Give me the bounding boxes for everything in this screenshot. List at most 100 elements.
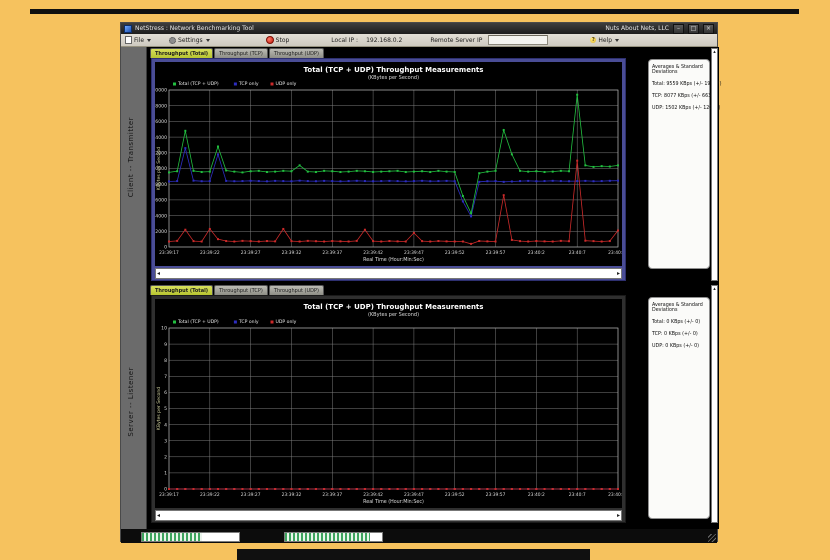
svg-text:23:39:22: 23:39:22 (200, 250, 220, 256)
svg-text:23:39:32: 23:39:32 (282, 250, 302, 256)
svg-text:TCP only: TCP only (238, 319, 259, 325)
scroll-left-icon[interactable]: ◂ (157, 512, 160, 519)
averages-udp: UDP: 0 KBps (+/- 0) (652, 344, 706, 349)
local-ip-label: Local IP : (331, 37, 358, 44)
averages-udp: UDP: 1502 KBps (+/- 12038) (652, 106, 706, 111)
transmitter-chart: 0200040006000800010000120001400016000180… (155, 62, 622, 266)
toolbar: File Settings Stop Local IP : 192.168.0.… (121, 34, 717, 47)
svg-text:23:39:52: 23:39:52 (445, 250, 465, 256)
svg-text:16000: 16000 (155, 119, 167, 125)
tab-throughput-total[interactable]: Throughput (Total) (150, 285, 213, 295)
listener-vscrollbar[interactable]: ▴ (711, 285, 718, 523)
svg-text:23:39:27: 23:39:27 (241, 250, 261, 256)
desktop: { "window": { "title": "NetStress : Netw… (0, 0, 830, 560)
svg-text:23:39:37: 23:39:37 (322, 250, 342, 256)
tab-throughput-total[interactable]: Throughput (Total) (150, 48, 213, 58)
svg-text:Total (TCP + UDP): Total (TCP + UDP) (177, 319, 219, 325)
svg-text:2000: 2000 (155, 229, 167, 235)
chevron-down-icon (615, 39, 619, 42)
svg-text:23:40:12: 23:40:12 (608, 492, 622, 498)
listener-tabs: Throughput (Total) Throughput (TCP) Thro… (150, 285, 324, 295)
scroll-right-icon[interactable]: ▸ (617, 270, 620, 277)
file-menu-label: File (134, 37, 144, 44)
app-window: NetStress : Network Benchmarking Tool Nu… (120, 22, 718, 542)
svg-text:23:39:32: 23:39:32 (282, 492, 302, 498)
svg-text:0: 0 (164, 487, 167, 493)
averages-tcp: TCP: 8077 KBps (+/- 6637) (652, 94, 706, 99)
averages-total: Total: 9559 KBps (+/- 19077) (652, 82, 706, 87)
listener-chart: 01234567891023:39:1723:39:2223:39:2723:3… (155, 299, 622, 508)
svg-text:23:39:42: 23:39:42 (363, 492, 383, 498)
svg-text:Total (TCP + UDP): Total (TCP + UDP) (177, 81, 219, 87)
svg-text:23:40:2: 23:40:2 (528, 250, 545, 256)
desktop-strip-bottom (237, 549, 590, 560)
scroll-left-icon[interactable]: ◂ (157, 270, 160, 277)
close-button[interactable]: × (703, 24, 714, 34)
help-menu-button[interactable]: ? Help (588, 36, 621, 45)
svg-text:Total (TCP + UDP) Throughput M: Total (TCP + UDP) Throughput Measurement… (304, 303, 484, 311)
svg-text:2: 2 (164, 455, 167, 461)
svg-text:Real Time (Hour:Min:Sec): Real Time (Hour:Min:Sec) (363, 499, 424, 505)
resize-grip[interactable] (708, 534, 716, 542)
svg-text:23:39:27: 23:39:27 (241, 492, 261, 498)
maximize-button[interactable]: □ (688, 24, 699, 34)
svg-text:23:39:57: 23:39:57 (486, 492, 506, 498)
left-rail: Client -- Transmitter Server -- Listener (121, 47, 147, 529)
stop-button-label: Stop (276, 37, 290, 44)
help-icon: ? (590, 37, 596, 43)
stop-button[interactable]: Stop (264, 35, 292, 45)
help-menu-label: Help (598, 37, 612, 44)
svg-text:7: 7 (164, 374, 167, 380)
svg-text:UDP only: UDP only (276, 81, 297, 87)
transmitter-tabs: Throughput (Total) Throughput (TCP) Thro… (150, 48, 324, 58)
stop-icon (266, 36, 274, 44)
file-menu-button[interactable]: File (123, 35, 153, 45)
svg-text:8: 8 (164, 358, 167, 364)
svg-text:(KBytes per Second): (KBytes per Second) (368, 75, 419, 81)
svg-text:1: 1 (164, 471, 167, 477)
scroll-right-icon[interactable]: ▸ (617, 512, 620, 519)
svg-text:UDP only: UDP only (276, 319, 297, 325)
tab-throughput-tcp[interactable]: Throughput (TCP) (214, 48, 268, 58)
status-bar (121, 529, 717, 543)
scroll-up-icon[interactable]: ▴ (713, 286, 716, 292)
averages-total: Total: 0 KBps (+/- 0) (652, 320, 706, 325)
svg-text:6000: 6000 (155, 198, 167, 204)
scroll-up-icon[interactable]: ▴ (713, 49, 716, 55)
remote-ip-label: Remote Server IP (430, 37, 482, 44)
settings-menu-button[interactable]: Settings (167, 36, 212, 45)
svg-text:3: 3 (164, 438, 167, 444)
file-icon (125, 36, 132, 44)
svg-text:23:40:12: 23:40:12 (608, 250, 622, 256)
svg-text:0: 0 (164, 245, 167, 251)
tab-throughput-udp[interactable]: Throughput (UDP) (269, 48, 324, 58)
svg-text:4000: 4000 (155, 213, 167, 219)
tab-throughput-udp[interactable]: Throughput (UDP) (269, 285, 324, 295)
minimize-button[interactable]: – (673, 24, 684, 34)
averages-heading: Averages & Standard Deviations (652, 65, 706, 76)
remote-ip-field[interactable] (488, 35, 548, 45)
transmitter-averages-panel: Averages & Standard Deviations Total: 95… (648, 59, 710, 269)
chevron-down-icon (147, 39, 151, 42)
svg-text:23:39:52: 23:39:52 (445, 492, 465, 498)
transmitter-chart-frame: 0200040006000800010000120001400016000180… (151, 58, 626, 281)
local-ip-value[interactable]: 192.168.0.2 (366, 37, 402, 44)
tab-throughput-tcp[interactable]: Throughput (TCP) (214, 285, 268, 295)
svg-text:10: 10 (161, 326, 167, 332)
app-icon (124, 25, 132, 33)
svg-text:(KBytes per Second): (KBytes per Second) (368, 312, 419, 318)
averages-heading: Averages & Standard Deviations (652, 303, 706, 314)
svg-text:20000: 20000 (155, 88, 167, 94)
progress-bar-listener (284, 532, 383, 542)
svg-text:9: 9 (164, 342, 167, 348)
svg-text:23:40:7: 23:40:7 (569, 492, 586, 498)
gear-icon (169, 37, 176, 44)
svg-text:23:39:17: 23:39:17 (159, 492, 179, 498)
transmitter-hscrollbar[interactable]: ◂ ▸ (155, 268, 622, 279)
rail-label-transmitter: Client -- Transmitter (127, 117, 135, 197)
svg-text:Real Time (Hour:Min:Sec): Real Time (Hour:Min:Sec) (363, 257, 424, 263)
listener-hscrollbar[interactable]: ◂ ▸ (155, 510, 622, 521)
transmitter-vscrollbar[interactable]: ▴ (711, 48, 718, 281)
title-bar[interactable]: NetStress : Network Benchmarking Tool Nu… (121, 23, 717, 34)
brand-text: Nuts About Nets, LLC (605, 25, 669, 32)
